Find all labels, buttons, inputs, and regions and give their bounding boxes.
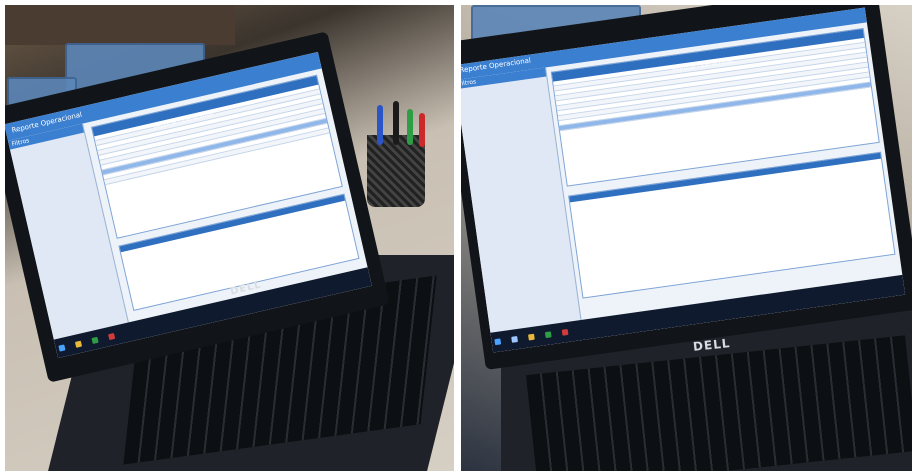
app-icon	[108, 332, 116, 340]
excel-icon	[545, 330, 552, 338]
app-icon	[562, 328, 569, 336]
photo-left: Reporte Operacional Filtros Reporte Oper…	[5, 5, 454, 471]
wood-shelf	[5, 5, 235, 45]
marker	[377, 105, 383, 145]
photo-right: Reporte Operacional Filtros Reporte Oper…	[461, 5, 912, 471]
marker	[419, 113, 425, 147]
pen-holder-cup	[367, 135, 425, 207]
marker	[407, 109, 413, 145]
excel-icon	[91, 336, 99, 344]
folder-icon	[74, 340, 83, 348]
laptop-screen: Reporte Operacional Filtros Reporte Oper…	[461, 7, 906, 353]
search-icon	[511, 335, 519, 343]
folder-icon	[528, 333, 535, 341]
start-icon	[58, 344, 66, 352]
start-icon	[494, 338, 502, 345]
marker	[393, 101, 399, 145]
